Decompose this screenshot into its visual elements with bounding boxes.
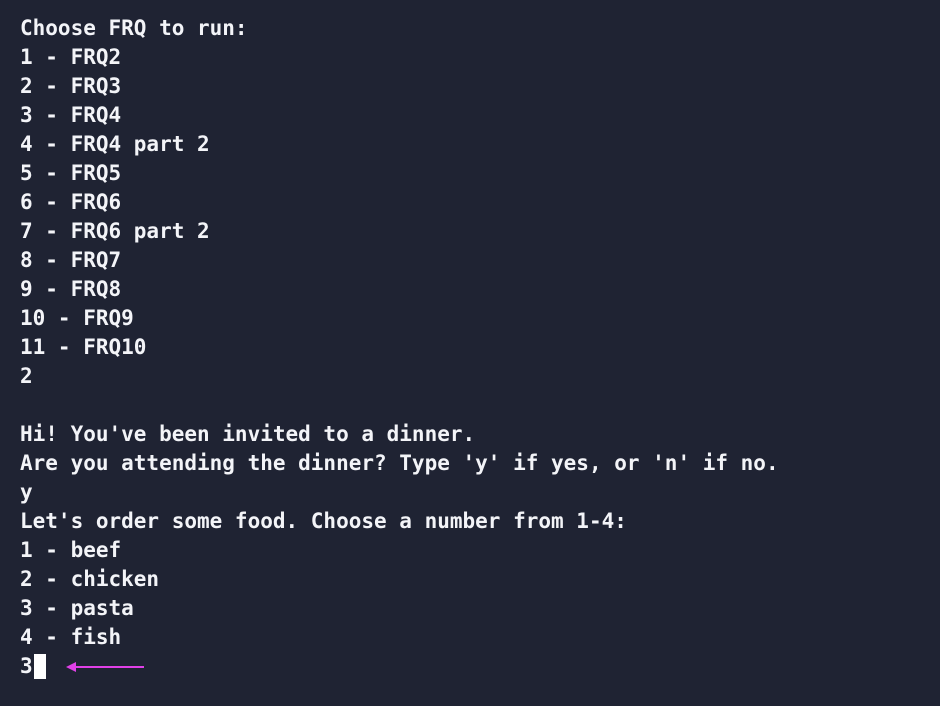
terminal-line: 8 - FRQ7: [20, 248, 122, 272]
terminal-line: 3 - pasta: [20, 596, 134, 620]
terminal-line: 4 - fish: [20, 625, 122, 649]
terminal-current-input[interactable]: 3: [20, 652, 33, 681]
terminal-line: 4 - FRQ4 part 2: [20, 132, 210, 156]
terminal-line: 2: [20, 364, 33, 388]
terminal-line: y: [20, 480, 33, 504]
terminal-input-line[interactable]: 3: [20, 652, 940, 681]
terminal-line: Let's order some food. Choose a number f…: [20, 509, 627, 533]
terminal-line: 11 - FRQ10: [20, 335, 147, 359]
terminal-window[interactable]: Choose FRQ to run: 1 - FRQ2 2 - FRQ3 3 -…: [0, 0, 940, 706]
terminal-line: Choose FRQ to run:: [20, 16, 248, 40]
terminal-line: 7 - FRQ6 part 2: [20, 219, 210, 243]
terminal-line: Hi! You've been invited to a dinner.: [20, 422, 476, 446]
terminal-line: 1 - beef: [20, 538, 122, 562]
terminal-line: Are you attending the dinner? Type 'y' i…: [20, 451, 779, 475]
terminal-line: 10 - FRQ9: [20, 306, 134, 330]
left-arrow-icon: [65, 655, 146, 679]
terminal-line: 2 - FRQ3: [20, 74, 122, 98]
text-cursor: [33, 654, 46, 679]
terminal-line: 1 - FRQ2: [20, 45, 122, 69]
terminal-line: 6 - FRQ6: [20, 190, 122, 214]
terminal-line: 5 - FRQ5: [20, 161, 122, 185]
terminal-line: 9 - FRQ8: [20, 277, 122, 301]
terminal-line: 2 - chicken: [20, 567, 160, 591]
terminal-line: 3 - FRQ4: [20, 103, 122, 127]
